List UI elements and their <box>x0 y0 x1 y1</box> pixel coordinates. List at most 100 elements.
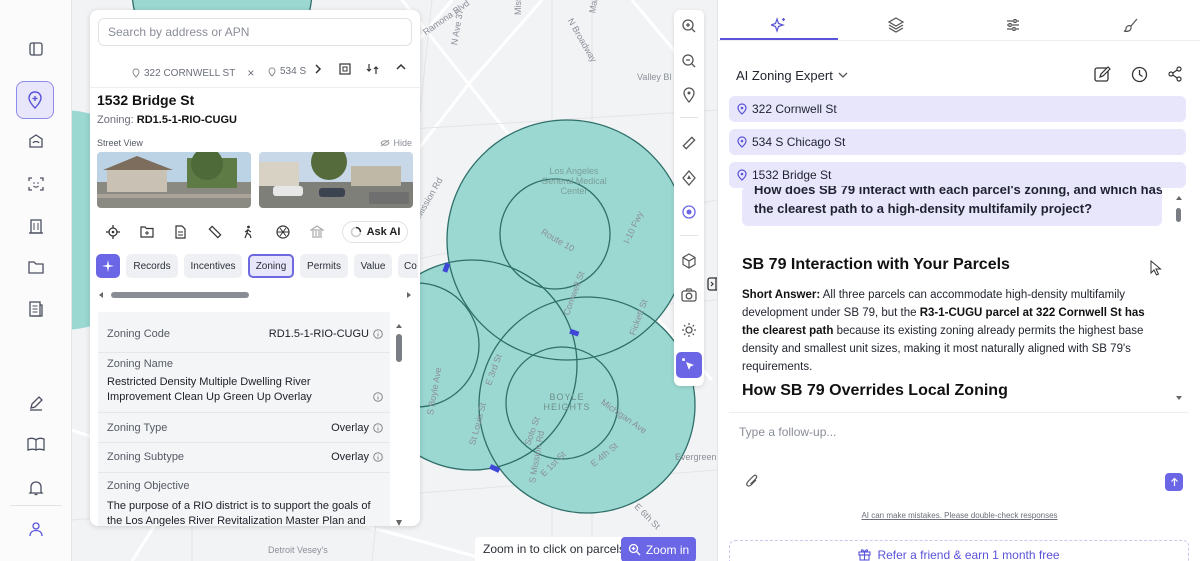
aperture-icon[interactable] <box>276 225 290 239</box>
map-pin-icon[interactable] <box>16 81 54 119</box>
tab-ai-chat[interactable] <box>771 17 787 33</box>
tab-ai-sparkle[interactable] <box>96 254 120 278</box>
search-input[interactable] <box>98 18 412 46</box>
recent-parcel-chip[interactable]: 534 S <box>268 66 306 77</box>
chevron-up-icon[interactable] <box>396 63 406 71</box>
answer-heading: SB 79 Interaction with Your Parcels <box>742 256 1010 273</box>
map-label: Detroit Vesey's <box>268 545 328 555</box>
details-scrollbar[interactable] <box>394 312 404 526</box>
gift-icon <box>858 548 871 561</box>
divider <box>98 472 390 473</box>
recent-parcel-label: 534 S <box>280 66 307 77</box>
close-icon[interactable]: × <box>247 66 254 80</box>
map-view-icon[interactable] <box>339 63 351 75</box>
new-chat-icon[interactable] <box>1094 66 1111 83</box>
send-button[interactable] <box>1165 473 1183 491</box>
ai-model-selector[interactable]: AI Zoning Expert <box>736 68 848 83</box>
zoning-field: Zoning Name Restricted Density Multiple … <box>107 358 383 405</box>
mouse-cursor-icon <box>1150 260 1162 276</box>
saved-parcels-icon[interactable] <box>17 122 55 160</box>
info-icon[interactable] <box>373 329 383 339</box>
info-icon[interactable] <box>373 392 383 402</box>
tab-records[interactable]: Records <box>126 254 178 278</box>
parcel-context-chip[interactable]: 1532 Bridge St <box>729 162 1186 188</box>
compare-icon[interactable] <box>366 63 379 75</box>
select-parcel-tool[interactable] <box>676 352 702 378</box>
ai-disclaimer[interactable]: AI can make mistakes. Please double-chec… <box>718 511 1200 520</box>
parcel-context-chip[interactable]: 534 S Chicago St <box>729 129 1186 155</box>
followup-composer <box>729 412 1189 500</box>
folder-add-icon[interactable] <box>140 225 154 238</box>
bell-icon[interactable] <box>17 469 55 507</box>
divider <box>98 442 390 443</box>
tab-incentives[interactable]: Incentives <box>184 254 242 278</box>
chevron-right-icon[interactable] <box>314 63 322 75</box>
walk-icon[interactable] <box>242 225 254 239</box>
cube-icon[interactable] <box>681 253 697 269</box>
sidebar-toggle-icon[interactable] <box>17 30 55 68</box>
parcel-context-chip[interactable]: 322 Cornwell St <box>729 96 1186 122</box>
user-question-bubble: How does SB 79 interact with each parcel… <box>742 186 1162 226</box>
map-label: Evergreen <box>675 452 717 462</box>
street-view-photo[interactable] <box>97 152 251 208</box>
locate-icon[interactable] <box>106 225 120 239</box>
tab-overflow[interactable]: Co <box>398 254 418 278</box>
field-value: RD1.5-1-RIO-CUGU <box>269 328 383 340</box>
building-icon[interactable] <box>17 207 55 245</box>
user-icon[interactable] <box>17 510 55 548</box>
measure-icon[interactable] <box>681 135 697 151</box>
zoom-out-icon[interactable] <box>681 53 697 69</box>
recent-parcel-chip[interactable]: 322 CORNWELL ST × <box>132 66 254 80</box>
info-icon[interactable] <box>373 452 383 462</box>
divider <box>98 352 390 353</box>
field-label: Zoning Objective <box>107 480 190 492</box>
property-title: 1532 Bridge St <box>97 92 195 108</box>
tabs-scrollbar[interactable] <box>98 290 412 300</box>
pin-icon <box>268 66 276 77</box>
bank-icon[interactable] <box>310 225 324 239</box>
history-icon[interactable] <box>1131 66 1148 83</box>
tab-draw[interactable] <box>1123 17 1139 33</box>
field-value-text: Overlay <box>331 422 369 434</box>
location-pin-icon[interactable] <box>681 87 697 103</box>
brush-icon <box>1123 17 1139 33</box>
ruler-icon[interactable] <box>208 225 222 239</box>
ask-ai-button[interactable]: Ask AI <box>342 221 408 243</box>
camera-icon[interactable] <box>681 287 697 303</box>
document-icon[interactable] <box>174 225 187 239</box>
answer-paragraph: Short Answer: All three parcels can acco… <box>742 286 1154 376</box>
divider <box>718 40 1200 41</box>
report-icon[interactable] <box>17 290 55 328</box>
scan-face-icon[interactable] <box>17 165 55 203</box>
tab-layers[interactable] <box>888 17 904 33</box>
map-label: Valley Bl <box>637 72 672 82</box>
zoom-in-button[interactable]: Zoom in <box>621 537 696 561</box>
field-label: Zoning Name <box>107 358 174 370</box>
zoom-in-icon <box>628 543 641 556</box>
info-icon[interactable] <box>373 423 383 433</box>
sun-icon[interactable] <box>681 322 697 338</box>
tab-value[interactable]: Value <box>354 254 392 278</box>
followup-input[interactable] <box>739 425 1159 439</box>
folder-icon[interactable] <box>17 248 55 286</box>
target-icon[interactable] <box>681 204 697 220</box>
map-label: Los Angeles General Medical Center <box>541 166 607 196</box>
hide-street-view-button[interactable]: Hide <box>380 138 412 148</box>
zoom-in-icon[interactable] <box>681 18 697 34</box>
edit-icon[interactable] <box>17 384 55 422</box>
zoning-field: Zoning Type Overlay <box>107 422 383 434</box>
sparkles-icon <box>771 17 787 33</box>
left-rail <box>0 0 72 561</box>
book-icon[interactable] <box>17 425 55 463</box>
share-icon[interactable] <box>1167 66 1183 82</box>
tab-filters[interactable] <box>1005 17 1021 33</box>
tab-zoning[interactable]: Zoning <box>248 254 294 278</box>
chat-scrollbar[interactable] <box>1174 196 1184 400</box>
field-value-text: The purpose of a RIO district is to supp… <box>107 500 371 526</box>
referral-banner[interactable]: Refer a friend & earn 1 month free <box>729 540 1189 561</box>
street-view-photo[interactable] <box>259 152 413 208</box>
divider <box>680 235 698 236</box>
tab-permits[interactable]: Permits <box>300 254 348 278</box>
navigate-icon[interactable] <box>681 170 697 186</box>
paperclip-icon[interactable] <box>745 473 759 489</box>
